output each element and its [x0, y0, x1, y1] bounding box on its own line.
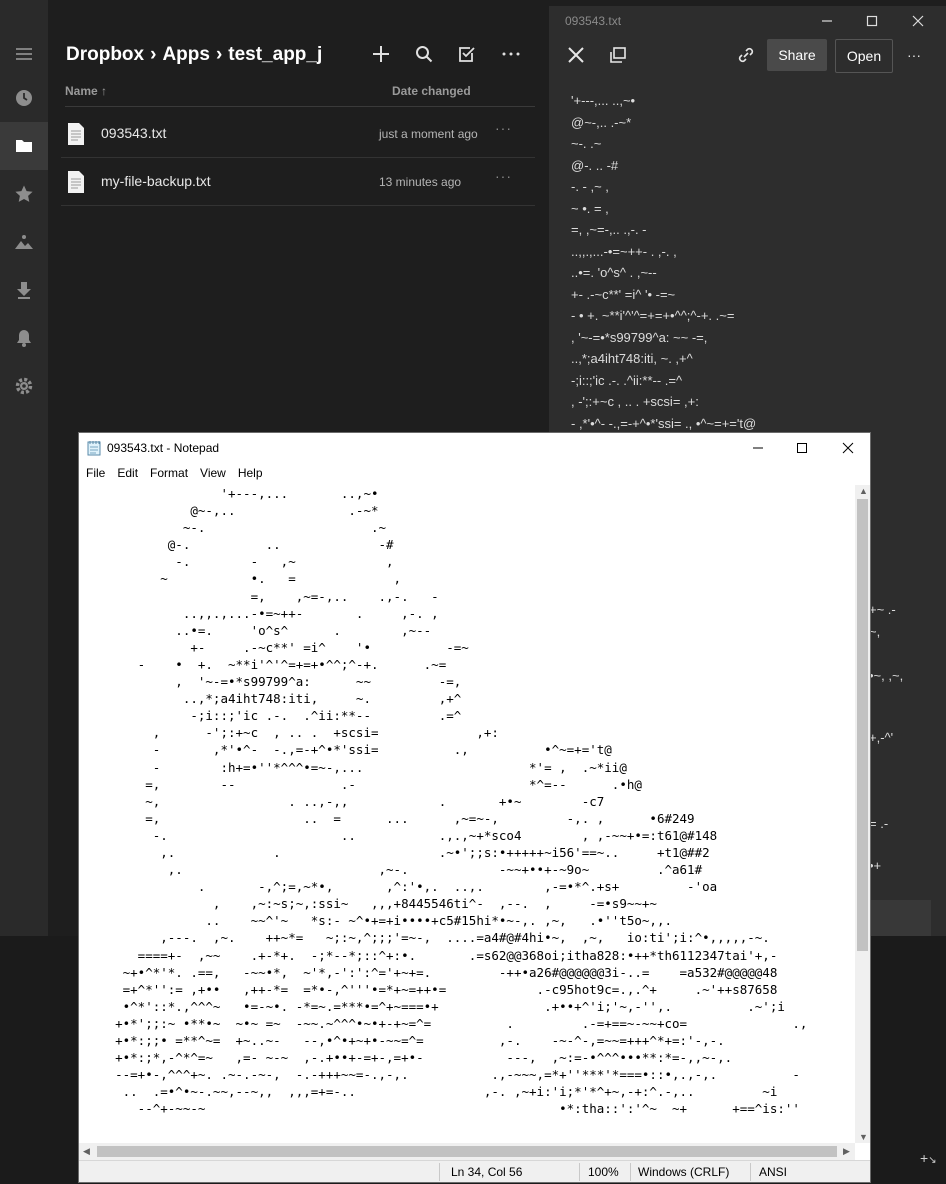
- notepad-minimize-icon[interactable]: [735, 433, 781, 463]
- photos-mountain-icon[interactable]: [0, 218, 48, 266]
- notepad-window: 093543.txt - Notepad File Edit Format Vi…: [78, 432, 871, 1183]
- status-line-endings: Windows (CRLF): [638, 1165, 730, 1179]
- offline-download-icon[interactable]: [0, 266, 48, 314]
- text-file-icon: [68, 171, 84, 193]
- preview-text-fragment: = .-: [869, 816, 889, 831]
- row-more-button[interactable]: ···: [495, 120, 512, 136]
- status-divider: [439, 1163, 440, 1181]
- preview-text-fragment: •~, ,~,: [869, 668, 904, 683]
- preview-scroll-band: [871, 900, 931, 936]
- file-date: 13 minutes ago: [379, 175, 462, 189]
- add-plus-icon[interactable]: [365, 40, 397, 68]
- files-folder-icon[interactable]: [0, 122, 48, 170]
- file-date: just a moment ago: [379, 127, 478, 141]
- preview-text-content: '+---,... ..,~• @~-,.. .-~* ~-. .~ @-. .…: [571, 93, 757, 431]
- status-divider: [630, 1163, 631, 1181]
- notifications-bell-icon[interactable]: [0, 314, 48, 362]
- status-divider: [579, 1163, 580, 1181]
- horizontal-scrollbar[interactable]: ◀ ▶: [79, 1143, 855, 1160]
- recents-clock-icon[interactable]: [0, 74, 48, 122]
- notepad-title: 093543.txt - Notepad: [107, 441, 220, 455]
- preview-more-button[interactable]: ···: [901, 39, 927, 71]
- settings-gear-icon[interactable]: [0, 362, 48, 410]
- scroll-left-arrow-icon[interactable]: ◀: [83, 1146, 90, 1157]
- preview-text-fragment: +,-^': [869, 730, 894, 745]
- status-zoom: 100%: [588, 1165, 619, 1179]
- open-button[interactable]: Open: [835, 39, 893, 73]
- maximize-icon[interactable]: [858, 12, 886, 30]
- preview-title: 093543.txt: [565, 14, 622, 28]
- notepad-text-area[interactable]: '+---,... ..,~• @~-,.. .-~* ~-. .~ @-. .…: [85, 485, 855, 1143]
- status-bar: Ln 34, Col 56 100% Windows (CRLF) ANSI: [79, 1160, 870, 1182]
- file-name[interactable]: my-file-backup.txt: [101, 173, 211, 189]
- menu-format[interactable]: Format: [144, 463, 194, 485]
- breadcrumb-current-folder[interactable]: test_app_j: [228, 44, 322, 66]
- column-date-changed[interactable]: Date changed: [392, 84, 471, 98]
- breadcrumb-separator: ›: [215, 44, 223, 65]
- minimize-icon[interactable]: [813, 12, 841, 30]
- notepad-menu-bar: File Edit Format View Help: [79, 463, 870, 485]
- horizontal-scroll-thumb[interactable]: [97, 1146, 837, 1157]
- breadcrumb-dropbox[interactable]: Dropbox: [66, 44, 144, 66]
- scroll-down-arrow-icon[interactable]: ▼: [859, 1132, 868, 1142]
- notepad-close-icon[interactable]: [825, 433, 870, 463]
- menu-edit[interactable]: Edit: [111, 463, 144, 485]
- more-options-icon[interactable]: [495, 40, 527, 68]
- column-headers: Name ↑ Date changed: [65, 82, 535, 107]
- window-close-icon[interactable]: [904, 12, 932, 30]
- link-icon[interactable]: [733, 39, 759, 71]
- share-button[interactable]: Share: [767, 39, 827, 71]
- file-name[interactable]: 093543.txt: [101, 125, 166, 141]
- menu-view[interactable]: View: [194, 463, 232, 485]
- preview-text-fragment: +~ .-: [869, 602, 896, 617]
- scroll-right-arrow-icon[interactable]: ▶: [843, 1146, 850, 1157]
- close-preview-icon[interactable]: [563, 39, 589, 71]
- breadcrumb-separator: ›: [150, 44, 157, 65]
- menu-file[interactable]: File: [79, 463, 111, 485]
- status-cursor-position: Ln 34, Col 56: [451, 1165, 523, 1179]
- file-row[interactable]: my-file-backup.txt 13 minutes ago ···: [61, 158, 535, 206]
- nav-rail: [0, 0, 48, 936]
- search-icon[interactable]: [408, 40, 440, 68]
- taskbar-plus-icon: +↘: [920, 1150, 937, 1166]
- notepad-maximize-icon[interactable]: [779, 433, 825, 463]
- notepad-app-icon: [87, 441, 101, 456]
- menu-help[interactable]: Help: [232, 463, 269, 485]
- vertical-scroll-thumb[interactable]: [857, 499, 868, 951]
- vertical-scrollbar[interactable]: ▲ ▼: [855, 485, 870, 1143]
- menu-icon[interactable]: [0, 30, 48, 78]
- file-row[interactable]: 093543.txt just a moment ago ···: [61, 110, 535, 158]
- starred-star-icon[interactable]: [0, 170, 48, 218]
- select-checkbox-icon[interactable]: [451, 40, 483, 68]
- notepad-title-bar[interactable]: 093543.txt - Notepad: [79, 433, 870, 463]
- breadcrumb: Dropbox › Apps › test_app_j: [66, 42, 322, 68]
- breadcrumb-apps[interactable]: Apps: [162, 44, 210, 66]
- column-name[interactable]: Name ↑: [65, 84, 107, 98]
- text-file-icon: [68, 123, 84, 145]
- scroll-up-arrow-icon[interactable]: ▲: [859, 486, 868, 496]
- status-divider: [750, 1163, 751, 1181]
- status-encoding: ANSI: [759, 1165, 788, 1179]
- row-more-button[interactable]: ···: [495, 168, 512, 184]
- copy-window-icon[interactable]: [605, 39, 631, 71]
